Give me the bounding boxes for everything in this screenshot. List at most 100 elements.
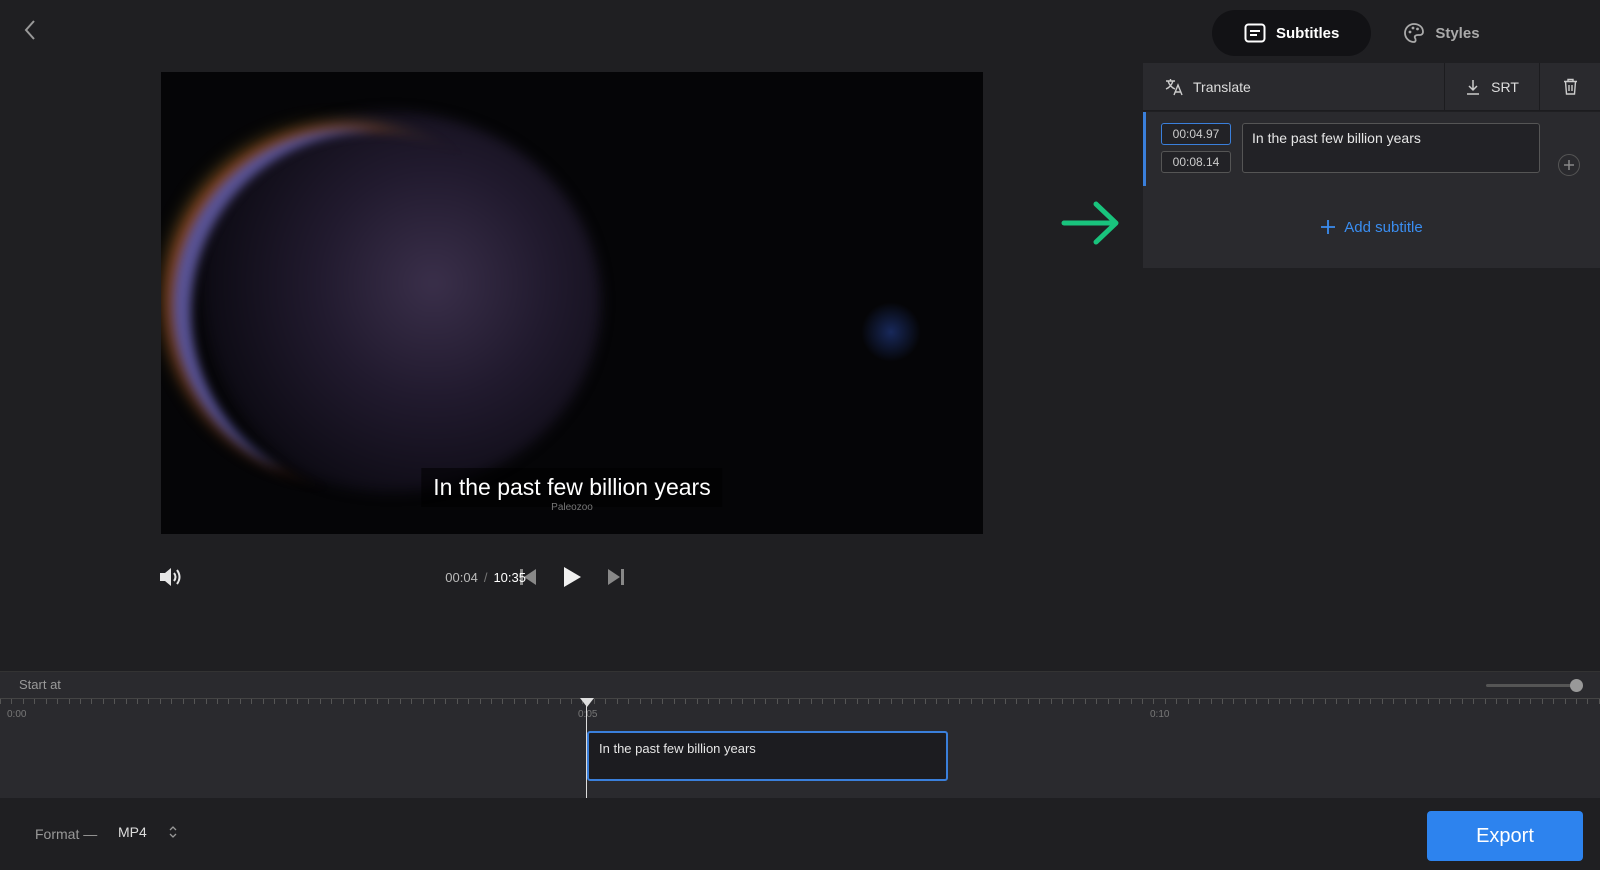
ruler-tick [1324, 699, 1326, 704]
ruler-tick [1050, 699, 1052, 704]
ruler-tick [468, 699, 470, 704]
subtitles-icon [1244, 23, 1266, 43]
ruler-tick [1347, 699, 1349, 704]
delete-button[interactable] [1540, 63, 1600, 110]
sort-arrows-icon [169, 826, 177, 838]
tab-subtitles[interactable]: Subtitles [1212, 10, 1372, 56]
ruler-tick [1301, 699, 1303, 704]
ruler-tick [1461, 699, 1463, 704]
ruler-tick [559, 699, 561, 704]
ruler-tick [765, 699, 767, 704]
playhead-handle[interactable] [580, 698, 594, 707]
ruler-tick [879, 699, 881, 704]
ruler-tick [1473, 699, 1475, 704]
ruler-tick [399, 699, 401, 704]
ruler-tick [1153, 699, 1155, 704]
download-icon [1467, 79, 1480, 95]
volume-button[interactable] [158, 565, 184, 589]
skip-next-button[interactable] [604, 563, 628, 591]
ruler-tick [1016, 699, 1018, 704]
ruler-tick [1507, 699, 1509, 704]
ruler-tick [845, 699, 847, 704]
subtitle-panel: Subtitles Styles Translate SRT 00:04.97 … [1143, 0, 1600, 671]
ruler-tick [1416, 699, 1418, 704]
video-frame-glow [861, 302, 921, 362]
ruler-tick [936, 699, 938, 704]
tab-styles[interactable]: Styles [1371, 10, 1511, 56]
ruler-tick [388, 699, 390, 704]
ruler-tick [673, 699, 675, 704]
add-subtitle-button[interactable]: Add subtitle [1320, 218, 1423, 236]
ruler-tick [148, 699, 150, 704]
ruler-tick [491, 699, 493, 704]
ruler-tick [776, 699, 778, 704]
ruler-tick [1370, 699, 1372, 704]
skip-next-icon [608, 569, 624, 585]
timeline[interactable]: Start at 0:00 0:05 0:10 In the past few … [0, 671, 1600, 799]
download-srt-button[interactable]: SRT [1445, 63, 1540, 110]
timeline-subtitle-clip[interactable]: In the past few billion years [587, 731, 948, 781]
translate-icon [1165, 78, 1183, 95]
ruler-tick [1199, 699, 1201, 704]
ruler-tick [970, 699, 972, 704]
insert-subtitle-button[interactable] [1558, 154, 1580, 176]
watermark: Paleozoo [551, 502, 593, 513]
ruler-tick [1107, 699, 1109, 704]
ruler-tick [22, 699, 24, 704]
ruler-tick [228, 699, 230, 704]
ruler-tick [662, 699, 664, 704]
format-select[interactable]: MP4 [118, 824, 177, 840]
footer-bar: Format — MP4 Export [0, 798, 1600, 870]
ruler-tick [365, 699, 367, 704]
ruler-tick [1176, 699, 1178, 704]
ruler-tick [810, 699, 812, 704]
volume-icon [160, 568, 181, 586]
ruler-tick [605, 699, 607, 704]
back-button[interactable] [18, 18, 42, 42]
ruler-tick [1073, 699, 1075, 704]
zoom-slider-track[interactable] [1486, 684, 1578, 687]
tick-label: 0:05 [578, 709, 598, 720]
ruler-tick [68, 699, 70, 704]
palette-icon [1404, 23, 1425, 43]
ruler-tick [822, 699, 824, 704]
ruler-tick [411, 699, 413, 704]
ruler-tick [1084, 699, 1086, 704]
ruler-tick [1187, 699, 1189, 704]
ruler-tick [890, 699, 892, 704]
tab-subtitles-label: Subtitles [1276, 24, 1340, 42]
subtitle-entry[interactable]: 00:04.97 00:08.14 In the past few billio… [1143, 112, 1600, 186]
zoom-slider-handle[interactable] [1570, 679, 1583, 692]
ruler-tick [628, 699, 630, 704]
ruler-tick [1119, 699, 1121, 704]
total-time: 10:35 [493, 570, 526, 585]
end-time-field[interactable]: 00:08.14 [1161, 151, 1231, 173]
translate-button[interactable]: Translate [1143, 63, 1445, 110]
trash-icon [1563, 78, 1577, 95]
subtitle-text-field[interactable]: In the past few billion years [1242, 123, 1540, 173]
ruler-tick [445, 699, 447, 704]
ruler-tick [502, 699, 504, 704]
ruler-tick [947, 699, 949, 704]
ruler-tick [1484, 699, 1486, 704]
ruler-tick [1244, 699, 1246, 704]
chevron-left-icon [24, 20, 35, 40]
ruler-tick [342, 699, 344, 704]
ruler-tick [616, 699, 618, 704]
ruler-tick [719, 699, 721, 704]
start-time-field[interactable]: 00:04.97 [1161, 123, 1231, 145]
ruler-tick [639, 699, 641, 704]
ruler-tick [525, 699, 527, 704]
add-subtitle-label: Add subtitle [1344, 218, 1423, 236]
export-button[interactable]: Export [1427, 811, 1583, 861]
video-preview[interactable]: In the past few billion years Paleozoo [161, 72, 983, 534]
ruler-tick [1393, 699, 1395, 704]
plus-icon [1321, 220, 1336, 234]
ruler-tick [1336, 699, 1338, 704]
ruler-tick [925, 699, 927, 704]
ruler-tick [331, 699, 333, 704]
ruler-tick [1256, 699, 1258, 704]
play-button[interactable] [560, 563, 584, 591]
ruler-tick [685, 699, 687, 704]
ruler-tick [1587, 699, 1589, 704]
